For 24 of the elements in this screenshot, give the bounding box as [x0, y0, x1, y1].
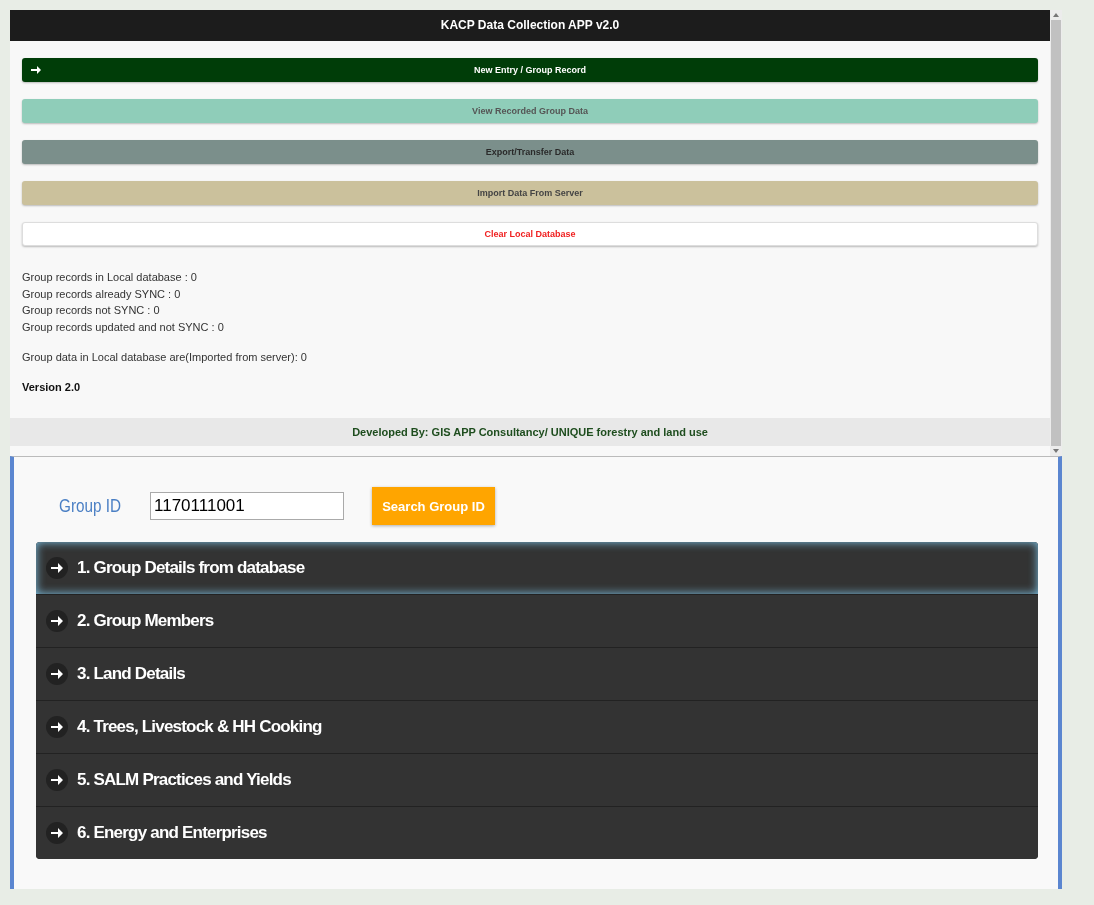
stat-line: Group records updated and not SYNC : 0: [22, 319, 225, 335]
section-title: 5. SALM Practices and Yields: [77, 770, 291, 790]
group-id-field[interactable]: 1170111001: [150, 492, 344, 520]
stat-line: Group data in Local database are(Imported from server): 0: [22, 350, 308, 365]
scrollbar[interactable]: [1050, 10, 1062, 456]
menu-button[interactable]: Clear Local Database: [22, 222, 1038, 246]
section-title: 2. Group Members: [77, 611, 214, 631]
menu-button[interactable]: View Recorded Group Data: [22, 99, 1038, 123]
group-id-label: Group ID: [59, 495, 123, 517]
arrow-icon: [30, 64, 42, 76]
menu-button[interactable]: Export/Transfer Data: [22, 140, 1038, 164]
version-label: Version 2.0: [22, 380, 82, 393]
stat-line: Group records not SYNC : 0: [22, 303, 161, 318]
menu-button[interactable]: Import Data From Server: [22, 181, 1038, 205]
section-title: 3. Land Details: [77, 664, 185, 684]
footer-bar: Developed By: GIS APP Consultancy/ UNIQUE forestry and land use: [10, 418, 1050, 446]
section-header[interactable]: 1. Group Details from database: [36, 542, 1038, 595]
menu-button[interactable]: New Entry / Group Record: [22, 58, 1038, 82]
app-title: KACP Data Collection APP v2.0: [10, 10, 1050, 41]
stat-line: Group records in Local database : 0: [22, 270, 198, 285]
section-title: 4. Trees, Livestock & HH Cooking: [77, 717, 322, 737]
section-title: 1. Group Details from database: [77, 558, 305, 578]
stat-line: Group records already SYNC : 0: [22, 286, 182, 302]
section-title: 6. Energy and Enterprises: [77, 823, 267, 843]
